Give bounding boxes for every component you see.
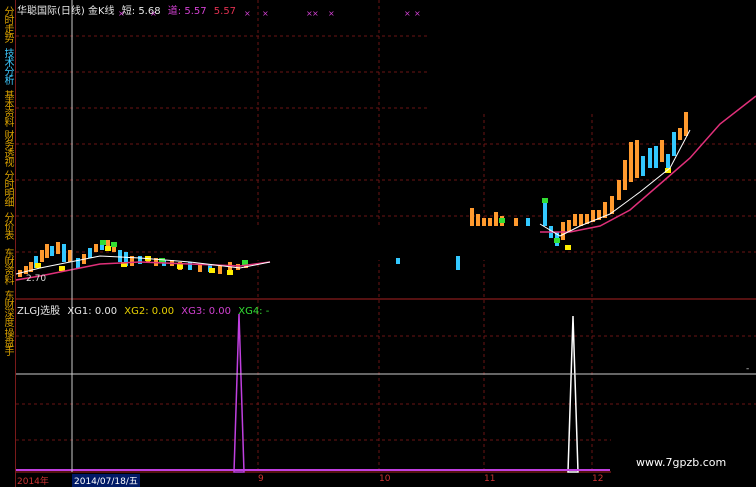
candle-59	[635, 140, 639, 178]
candle-56	[617, 180, 621, 200]
short-value: 5.68	[138, 6, 161, 17]
signal-x-8: ×	[404, 9, 411, 18]
candle-18	[118, 250, 122, 262]
signal-x-9: ×	[414, 9, 421, 18]
yellow-marker-6	[177, 264, 183, 269]
stock-chart-window: 分时走势 技术分析 基本资料 财务透视 分时明细 分价表 东财资料 东财深度 操盘手 × × × × ×…	[0, 0, 756, 487]
candle-50	[579, 214, 583, 226]
candle-36	[470, 208, 474, 226]
candle-6	[45, 244, 49, 258]
indicator-panel-title: ZLGJ选股 XG1: 0.00 XG2: 0.00 XG3: 0.00 XG4…	[17, 302, 269, 317]
candle-66	[678, 128, 682, 140]
signal-x-6: ×	[312, 9, 319, 18]
month-tick-10: 10	[379, 474, 391, 484]
signal-spike-white	[567, 315, 579, 473]
candle-67	[684, 112, 688, 136]
last-value: 5.57	[213, 6, 237, 17]
chart-canvas[interactable]: × × × × × × × × ×	[0, 0, 756, 487]
candle-61	[648, 148, 652, 168]
year-label: 2014年	[17, 477, 49, 487]
green-marker-1	[100, 240, 106, 245]
xg3-value: XG3: 0.00	[181, 306, 232, 317]
candle-49	[573, 214, 577, 226]
candle-43	[526, 218, 530, 226]
yellow-marker-10	[665, 168, 671, 173]
candle-9	[62, 244, 66, 262]
indicator-name: 金K线	[88, 6, 115, 17]
candle-58	[629, 142, 633, 182]
candle-30	[218, 266, 222, 274]
yellow-marker-9	[565, 245, 571, 250]
month-tick-11: 11	[484, 474, 496, 484]
candle-11	[76, 258, 80, 268]
yellow-marker-3	[105, 246, 111, 251]
candle-42	[514, 218, 518, 226]
candle-57	[623, 160, 627, 190]
xg2-value: XG2: 0.00	[124, 306, 175, 317]
watermark-box: www.7gpzb.com	[611, 438, 756, 487]
signal-x-3: ×	[244, 9, 251, 18]
yellow-marker-8	[227, 270, 233, 275]
candle-47	[561, 222, 565, 240]
dao-value: 5.57	[184, 6, 207, 17]
indicator-panel-name: ZLGJ选股	[17, 306, 61, 317]
candle-10	[68, 250, 72, 262]
candle-35	[456, 256, 460, 270]
cursor-date-label: 2014/07/18/五	[72, 474, 140, 487]
candle-14	[94, 244, 98, 252]
candle-62	[654, 146, 658, 168]
watermark-text: www.7gpzb.com	[636, 456, 727, 469]
candle-65	[672, 132, 676, 156]
right-axis-marker: -	[746, 364, 750, 374]
xg1-value: XG1: 0.00	[67, 306, 118, 317]
stock-name: 华聪国际(日线)	[17, 6, 85, 17]
candle-2	[24, 266, 28, 274]
month-tick-9: 9	[258, 474, 264, 484]
green-marker-5	[499, 218, 505, 223]
candle-64	[666, 154, 670, 170]
green-marker-7	[554, 238, 560, 243]
signal-spike-purple	[233, 313, 245, 473]
xg4-value: XG4: -	[238, 306, 270, 317]
blackout-top-right	[427, 0, 756, 112]
candle-13	[88, 248, 92, 258]
price-panel-title: 华聪国际(日线) 金K线 短: 5.68 道: 5.57 5.57	[17, 2, 236, 17]
candle-44	[543, 200, 547, 226]
candle-40	[494, 212, 498, 226]
candle-8	[56, 242, 60, 254]
dao-label: 道:	[167, 6, 182, 17]
candle-37	[476, 214, 480, 226]
green-marker-6	[542, 198, 548, 203]
ma-short-right	[539, 129, 691, 237]
candle-48	[567, 220, 571, 232]
yellow-marker-1	[35, 263, 41, 268]
candle-60	[641, 156, 645, 176]
candle-38	[482, 218, 486, 226]
month-tick-12: 12	[592, 474, 604, 484]
candle-32	[236, 264, 240, 270]
candle-39	[488, 218, 492, 226]
green-marker-2	[111, 242, 117, 247]
yellow-marker-7	[209, 268, 215, 273]
low-price-label: 2.70	[26, 274, 47, 284]
candle-34	[396, 258, 400, 264]
signal-x-7: ×	[328, 9, 335, 18]
yellow-marker-2	[59, 266, 65, 271]
candle-63	[660, 140, 664, 162]
short-label: 短:	[121, 6, 136, 17]
candle-5	[40, 250, 44, 262]
blackout-middle	[216, 227, 540, 260]
signal-x-4: ×	[262, 9, 269, 18]
candle-7	[50, 246, 54, 256]
green-marker-4	[242, 260, 248, 265]
